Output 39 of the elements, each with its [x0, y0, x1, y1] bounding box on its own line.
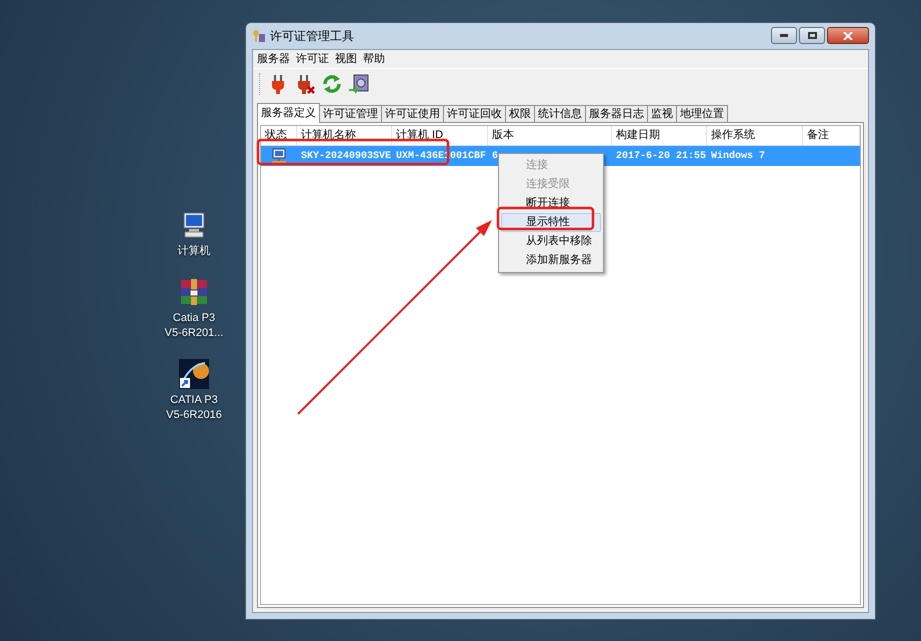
export-tool-button[interactable]: [347, 72, 371, 96]
tab[interactable]: 地理位置: [677, 105, 728, 122]
menu-bar-item[interactable]: 视图: [335, 50, 357, 68]
context-menu-item[interactable]: 从列表中移除: [501, 232, 601, 251]
tab[interactable]: 服务器定义: [257, 103, 320, 123]
desktop-icon-label[interactable]: Catia P3 V5-6R201...: [164, 311, 224, 341]
column-header[interactable]: 版本: [488, 126, 612, 145]
menu-bar-item[interactable]: 服务器: [257, 50, 290, 68]
app-shortcut-icon: [179, 359, 209, 389]
table-cell-text: Windows 7: [711, 150, 766, 164]
tab[interactable]: 权限: [506, 105, 535, 122]
column-header[interactable]: 构建日期: [612, 126, 707, 145]
maximize-button[interactable]: [799, 27, 825, 44]
table-cell-text: SKY-20240903SVE: [301, 150, 392, 164]
tab[interactable]: 服务器日志: [586, 105, 648, 122]
tab[interactable]: 许可证回收: [444, 105, 506, 122]
tab[interactable]: 许可证管理: [320, 105, 382, 122]
keys-app-icon: [252, 29, 266, 43]
context-menu-item[interactable]: 断开连接: [501, 194, 601, 213]
minimize-button[interactable]: [771, 27, 797, 44]
menu-bar-item[interactable]: 许可证: [296, 50, 329, 68]
column-header[interactable]: 备注: [803, 126, 860, 145]
column-header[interactable]: 计算机 ID: [392, 126, 488, 145]
archive-books-icon: [178, 277, 209, 307]
table-cell-text: 6: [492, 150, 498, 164]
server-computer-icon: [271, 148, 287, 164]
desktop-icon-label[interactable]: 计算机: [178, 244, 210, 259]
tab[interactable]: 监视: [648, 105, 677, 122]
column-header[interactable]: 操作系统: [707, 126, 803, 145]
tab[interactable]: 许可证使用: [382, 105, 444, 122]
tab[interactable]: 统计信息: [535, 105, 586, 122]
table-cell-text: 2017-6-20 21:55: [616, 150, 706, 164]
window-title: 许可证管理工具: [270, 28, 354, 45]
menu-bar-item[interactable]: 帮助: [363, 50, 385, 68]
column-header[interactable]: 计算机名称: [297, 126, 392, 145]
close-button[interactable]: [827, 27, 869, 44]
context-menu-item[interactable]: 添加新服务器: [501, 251, 601, 270]
desktop-icon-label[interactable]: CATIA P3 V5-6R2016: [166, 393, 222, 423]
close-icon: [843, 32, 853, 40]
